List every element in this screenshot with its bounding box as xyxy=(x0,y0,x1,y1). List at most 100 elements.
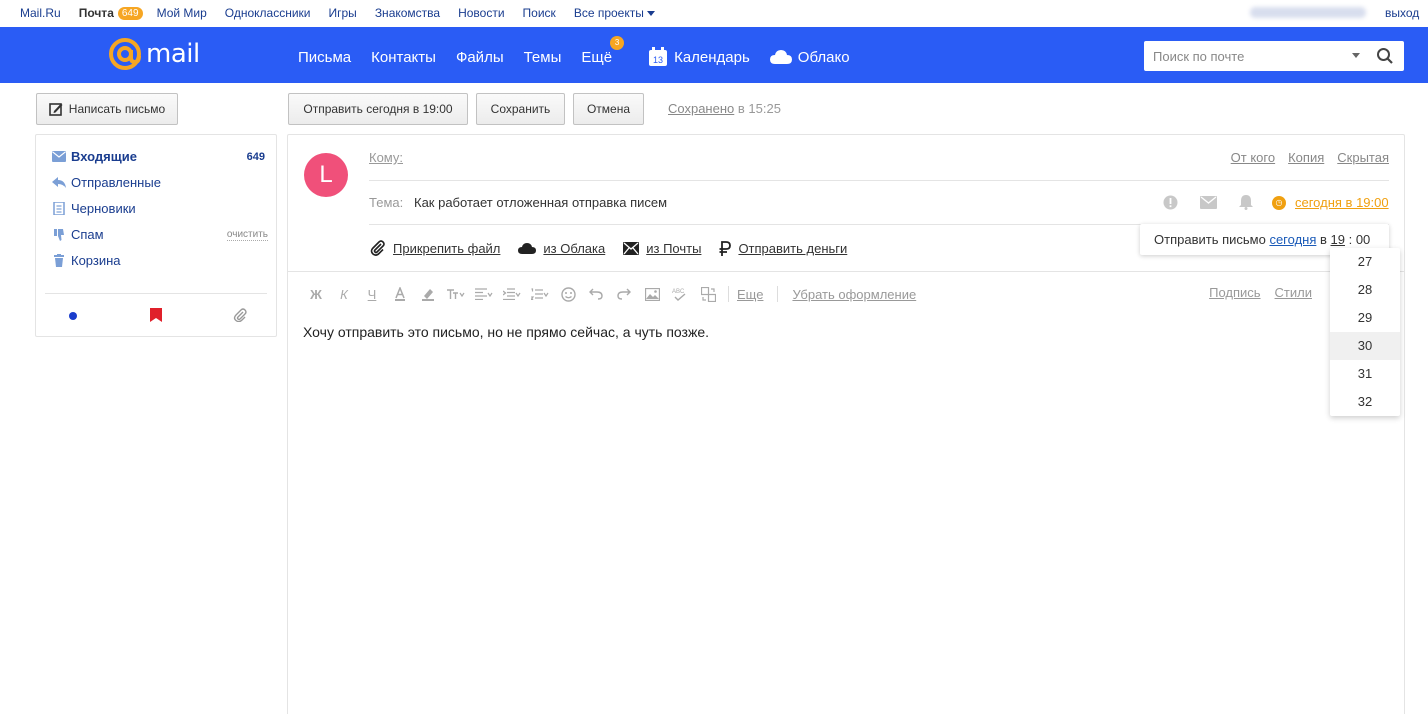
sidebar-item-label: Черновики xyxy=(71,201,136,216)
minute-option[interactable]: 28 xyxy=(1330,276,1400,304)
schedule-link[interactable]: сегодня в 19:00 xyxy=(1295,195,1389,210)
portal-link-search[interactable]: Поиск xyxy=(523,6,556,20)
attach-from-mail-label: из Почты xyxy=(646,240,702,256)
sidebar-item-drafts[interactable]: Черновики xyxy=(52,201,268,216)
send-money-button[interactable]: Отправить деньги xyxy=(719,241,847,256)
from-link[interactable]: От кого xyxy=(1231,150,1275,165)
pencil-icon xyxy=(48,103,63,116)
sidebar-item-spam[interactable]: Спам очистить xyxy=(52,227,268,242)
redo-button[interactable] xyxy=(610,285,638,303)
nav-files[interactable]: Файлы xyxy=(456,49,504,66)
message-body[interactable]: Хочу отправить это письмо, но не прямо с… xyxy=(303,324,709,340)
indent-button[interactable] xyxy=(498,285,526,303)
align-button[interactable] xyxy=(470,285,498,303)
insert-image-button[interactable] xyxy=(638,285,666,303)
toolbar-separator xyxy=(777,286,779,302)
signature-link[interactable]: Подпись xyxy=(1209,285,1260,300)
ruble-icon xyxy=(719,240,732,256)
portal-link-mail[interactable]: Почта xyxy=(79,6,114,20)
send-today-button[interactable]: Отправить сегодня в 19:00 xyxy=(288,93,468,125)
emoji-button[interactable] xyxy=(554,285,582,303)
sidebar-item-trash[interactable]: Корзина xyxy=(52,253,268,268)
logo-text: mail xyxy=(146,39,200,69)
text-color-icon xyxy=(395,287,405,301)
mail-logo[interactable]: mail xyxy=(108,37,200,71)
highlight-button[interactable] xyxy=(414,285,442,303)
envelope-icon xyxy=(623,241,640,255)
portal-link-games[interactable]: Игры xyxy=(329,6,357,20)
main-header: mail Письма Контакты Файлы Темы Ещё 3 13… xyxy=(0,27,1428,83)
undo-button[interactable] xyxy=(582,285,610,303)
minute-option[interactable]: 32 xyxy=(1330,388,1400,416)
portal-link-dating[interactable]: Знакомства xyxy=(375,6,440,20)
subject-options xyxy=(1163,195,1275,210)
subject-field[interactable]: Как работает отложенная отправка писем xyxy=(414,195,667,210)
portal-link-all-projects[interactable]: Все проекты xyxy=(574,6,655,20)
translate-button[interactable] xyxy=(694,285,722,303)
at-logo-icon xyxy=(109,38,141,70)
styles-link[interactable]: Стили xyxy=(1275,285,1312,300)
spellcheck-button[interactable]: ABC xyxy=(666,285,694,303)
cc-link[interactable]: Копия xyxy=(1288,150,1324,165)
sidebar-item-sent[interactable]: Отправленные xyxy=(52,175,268,190)
sender-avatar[interactable]: L xyxy=(304,153,348,197)
nav-cloud[interactable]: Облако xyxy=(769,49,850,66)
nav-calendar-label: Календарь xyxy=(674,48,750,66)
search-icon[interactable] xyxy=(1376,47,1394,65)
attachment-filter-icon[interactable] xyxy=(233,308,247,322)
recipient-links: От кого Копия Скрытая xyxy=(1218,150,1389,165)
underline-button[interactable]: Ч xyxy=(358,285,386,303)
attach-from-cloud-button[interactable]: из Облака xyxy=(518,241,605,256)
portal-link-myworld[interactable]: Мой Мир xyxy=(157,6,207,20)
bcc-link[interactable]: Скрытая xyxy=(1337,150,1389,165)
sidebar-item-label: Отправленные xyxy=(71,175,161,190)
search-options-chevron-icon[interactable] xyxy=(1352,53,1360,58)
attach-file-button[interactable]: Прикрепить файл xyxy=(370,240,500,256)
nav-more[interactable]: Ещё 3 xyxy=(581,35,625,66)
portal-link-news[interactable]: Новости xyxy=(458,6,504,20)
minute-option[interactable]: 31 xyxy=(1330,360,1400,388)
text-color-button[interactable] xyxy=(386,285,414,303)
user-email[interactable] xyxy=(1250,7,1366,18)
minute-option[interactable]: 30 xyxy=(1330,332,1400,360)
unread-filter-dot-icon[interactable] xyxy=(68,311,78,321)
search-input[interactable] xyxy=(1144,41,1344,71)
more-format-link[interactable]: Еще xyxy=(737,287,763,302)
clean-spam-link[interactable]: очистить xyxy=(226,229,268,241)
minute-option[interactable]: 27 xyxy=(1330,248,1400,276)
bold-button[interactable]: Ж xyxy=(302,285,330,303)
nav-contacts[interactable]: Контакты xyxy=(371,49,436,66)
schedule-day-link[interactable]: сегодня xyxy=(1269,232,1316,247)
nav-calendar[interactable]: 13 Календарь xyxy=(648,47,750,67)
list-button[interactable] xyxy=(526,285,554,303)
nav-themes[interactable]: Темы xyxy=(524,49,562,66)
schedule-hour-select[interactable]: 19 xyxy=(1331,232,1345,247)
notify-envelope-icon[interactable] xyxy=(1200,196,1217,209)
font-size-button[interactable] xyxy=(442,285,470,303)
sidebar-item-inbox[interactable]: Входящие 649 xyxy=(52,149,268,164)
attach-from-mail-button[interactable]: из Почты xyxy=(623,241,701,256)
minute-option[interactable]: 29 xyxy=(1330,304,1400,332)
saved-status: Сохранено в 15:25 xyxy=(668,101,781,116)
nav-letters[interactable]: Письма xyxy=(298,49,351,66)
portal-link-mailru[interactable]: Mail.Ru xyxy=(20,6,61,20)
logout-link[interactable]: выход xyxy=(1385,6,1419,20)
schedule-minute-select[interactable]: 00 xyxy=(1356,232,1370,247)
flag-filter-icon[interactable] xyxy=(150,308,162,322)
document-icon xyxy=(53,202,65,215)
compose-button[interactable]: Написать письмо xyxy=(36,93,178,125)
send-money-label: Отправить деньги xyxy=(738,240,848,256)
attach-file-label: Прикрепить файл xyxy=(393,240,501,256)
attach-from-cloud-label: из Облака xyxy=(543,240,606,256)
attach-bar: Прикрепить файл из Облака из Почты Отпра… xyxy=(370,240,865,256)
save-button[interactable]: Сохранить xyxy=(476,93,565,125)
important-icon[interactable] xyxy=(1163,195,1178,210)
reminder-bell-icon[interactable] xyxy=(1239,195,1253,210)
italic-button[interactable]: К xyxy=(330,285,358,303)
saved-link[interactable]: Сохранено xyxy=(668,101,734,116)
clear-format-link[interactable]: Убрать оформление xyxy=(792,287,916,302)
portal-link-ok[interactable]: Одноклассники xyxy=(225,6,311,20)
cloud-icon xyxy=(518,242,537,254)
to-label[interactable]: Кому: xyxy=(369,150,403,165)
cancel-button[interactable]: Отмена xyxy=(573,93,644,125)
